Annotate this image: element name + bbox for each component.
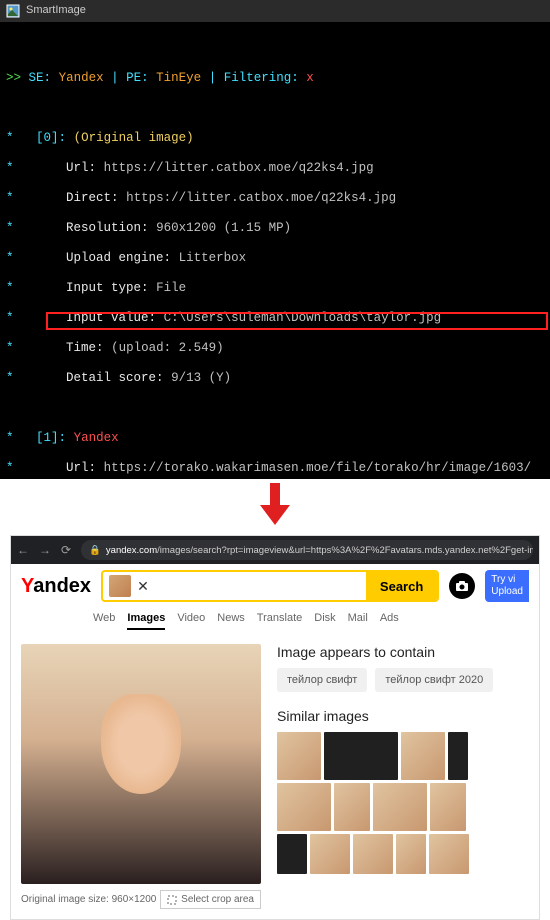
- field-label: Url:: [66, 461, 96, 475]
- similar-image[interactable]: [334, 783, 370, 831]
- tab-news[interactable]: News: [217, 612, 245, 630]
- similar-image[interactable]: [429, 834, 469, 874]
- similar-image[interactable]: [373, 783, 427, 831]
- pe-label: PE:: [126, 71, 149, 85]
- page-content: Yandex ✕ Search Try vi Upload Web Images…: [11, 564, 539, 919]
- sep: |: [111, 71, 119, 85]
- appears-title: Image appears to contain: [277, 644, 529, 660]
- sep: |: [209, 71, 217, 85]
- field-value: https://litter.catbox.moe/q22ks4.jpg: [126, 191, 396, 205]
- try-banner[interactable]: Try vi Upload: [485, 570, 529, 602]
- address-bar[interactable]: 🔒 yandex.com/images/search?rpt=imageview…: [81, 540, 533, 560]
- similar-image[interactable]: [310, 834, 350, 874]
- tab-disk[interactable]: Disk: [314, 612, 335, 630]
- tag-chip[interactable]: тейлор свифт 2020: [375, 668, 493, 692]
- similar-image[interactable]: [353, 834, 393, 874]
- reload-button[interactable]: ⟳: [61, 543, 71, 557]
- try-line: Try vi: [491, 574, 523, 586]
- field-value: File: [156, 281, 186, 295]
- url-host: yandex.com: [106, 545, 157, 556]
- se-value: Yandex: [59, 71, 104, 85]
- camera-icon: [455, 579, 469, 593]
- field-label: Upload engine:: [66, 251, 171, 265]
- result-engine: (Original image): [74, 131, 194, 145]
- field-value: 9/13 (Y): [171, 371, 231, 385]
- titlebar: SmartImage: [0, 0, 550, 22]
- field-value: Litterbox: [179, 251, 247, 265]
- similar-image[interactable]: [277, 834, 307, 874]
- browser-window: ← → ⟳ 🔒 yandex.com/images/search?rpt=ima…: [10, 535, 540, 920]
- lock-icon: 🔒: [89, 545, 101, 556]
- field-value: https://torako.wakarimasen.moe/file/tora…: [104, 461, 532, 475]
- field-label: Input value:: [66, 311, 156, 325]
- similar-image[interactable]: [324, 732, 398, 780]
- similar-image[interactable]: [277, 783, 331, 831]
- tab-ads[interactable]: Ads: [380, 612, 399, 630]
- field-label: Time:: [66, 341, 104, 355]
- crop-icon: [167, 895, 177, 905]
- original-image[interactable]: [21, 644, 261, 884]
- pe-value: TinEye: [156, 71, 201, 85]
- url-path: /images/search?rpt=imageview&url=https%3…: [157, 545, 533, 556]
- similar-title: Similar images: [277, 708, 529, 724]
- result-idx: [1]:: [36, 431, 66, 445]
- search-tabs: Web Images Video News Translate Disk Mai…: [93, 612, 529, 630]
- image-size-label: Original image size: 960×1200: [21, 894, 156, 905]
- clear-search-button[interactable]: ✕: [137, 578, 149, 595]
- field-value: (upload: 2.549): [111, 341, 224, 355]
- try-line: Upload: [491, 586, 523, 598]
- tab-mail[interactable]: Mail: [348, 612, 368, 630]
- browser-toolbar: ← → ⟳ 🔒 yandex.com/images/search?rpt=ima…: [11, 536, 539, 564]
- back-button[interactable]: ←: [17, 543, 29, 557]
- search-box: ✕ Search: [101, 570, 439, 602]
- field-label: Detail score:: [66, 371, 164, 385]
- field-label: Input type:: [66, 281, 149, 295]
- logo-rest: andex: [33, 575, 91, 597]
- camera-button[interactable]: [449, 573, 475, 599]
- search-button[interactable]: Search: [366, 572, 437, 600]
- select-crop-button[interactable]: Select crop area: [160, 890, 261, 909]
- tag-chip[interactable]: тейлор свифт: [277, 668, 367, 692]
- field-label: Url:: [66, 161, 96, 175]
- search-thumbnail[interactable]: [109, 575, 131, 597]
- yandex-logo[interactable]: Yandex: [21, 575, 91, 598]
- result-engine: Yandex: [74, 431, 119, 445]
- filter-label: Filtering:: [224, 71, 299, 85]
- arrow-annotation: [0, 479, 550, 535]
- tab-translate[interactable]: Translate: [257, 612, 302, 630]
- crop-label: Select crop area: [181, 894, 254, 905]
- field-label: Direct:: [66, 191, 119, 205]
- tab-images[interactable]: Images: [127, 612, 165, 630]
- field-value: C:\Users\suleman\Downloads\taylor.jpg: [164, 311, 442, 325]
- forward-button[interactable]: →: [39, 543, 51, 557]
- tab-web[interactable]: Web: [93, 612, 115, 630]
- terminal-window: SmartImage >> SE: Yandex | PE: TinEye | …: [0, 0, 550, 479]
- logo-y: Y: [21, 575, 33, 597]
- similar-image[interactable]: [448, 732, 468, 780]
- similar-image[interactable]: [401, 732, 445, 780]
- similar-image[interactable]: [396, 834, 426, 874]
- similar-image[interactable]: [430, 783, 466, 831]
- field-value: 960x1200 (1.15 MP): [156, 221, 291, 235]
- similar-image[interactable]: [277, 732, 321, 780]
- se-label: SE:: [29, 71, 52, 85]
- down-arrow-icon: [260, 483, 290, 527]
- tab-video[interactable]: Video: [177, 612, 205, 630]
- result-idx: [0]:: [36, 131, 66, 145]
- field-value: https://litter.catbox.moe/q22ks4.jpg: [104, 161, 374, 175]
- field-label: Resolution:: [66, 221, 149, 235]
- terminal-body: >> SE: Yandex | PE: TinEye | Filtering: …: [0, 22, 550, 479]
- app-icon: [6, 4, 20, 18]
- prompt: >>: [6, 71, 21, 85]
- filter-value: x: [306, 71, 314, 85]
- app-title: SmartImage: [26, 4, 86, 17]
